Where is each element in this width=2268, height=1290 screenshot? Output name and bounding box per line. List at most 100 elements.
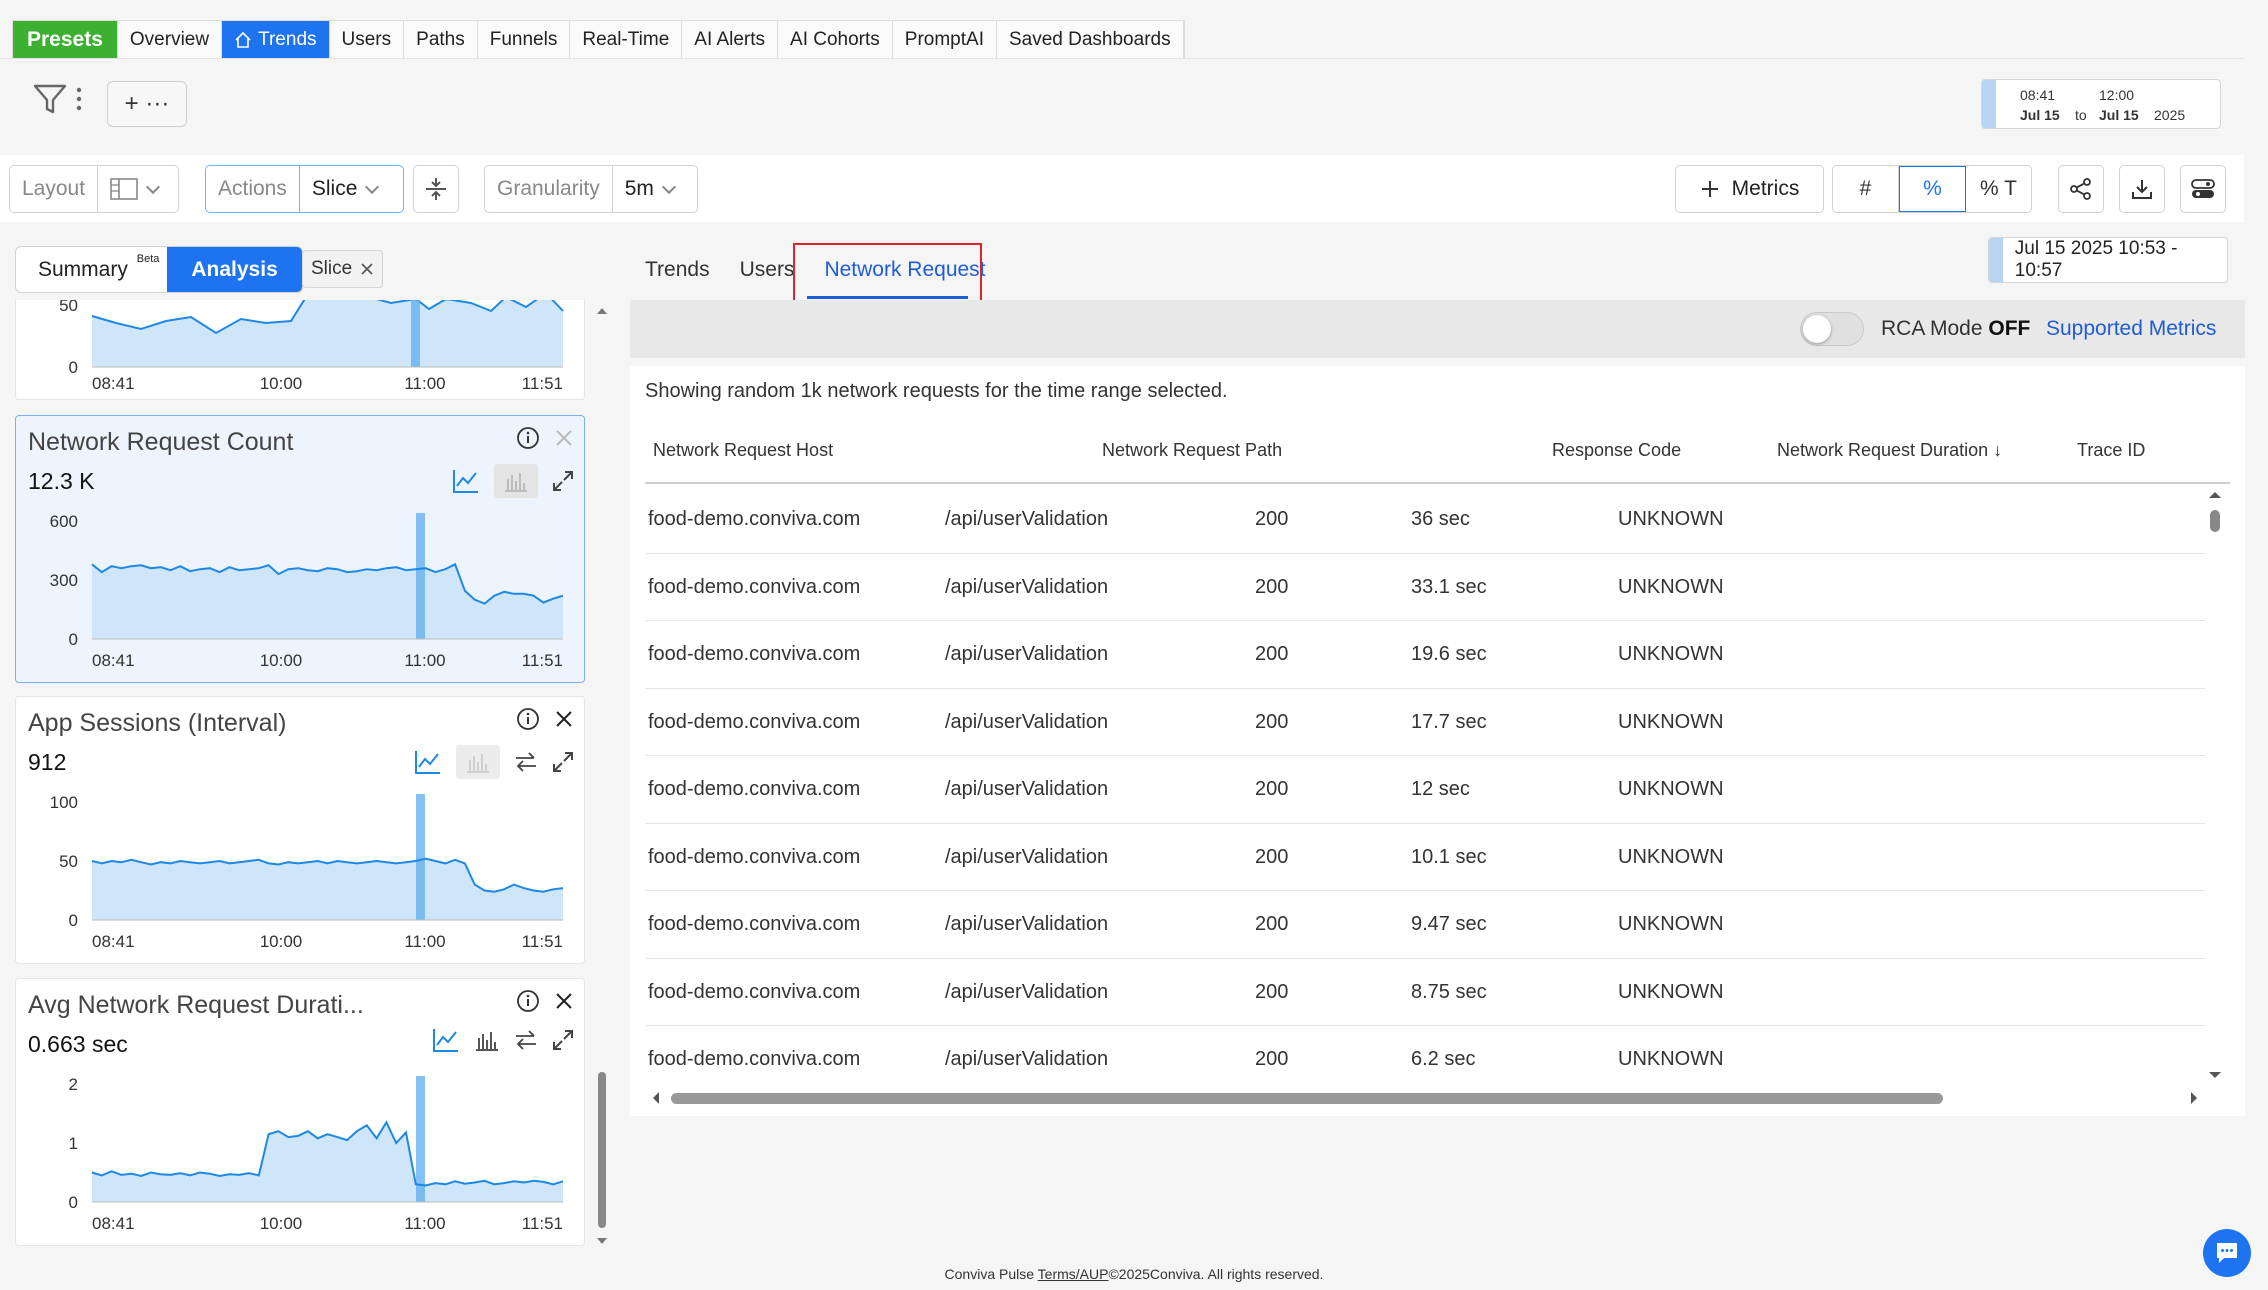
- cell-duration: 19.6 sec: [1411, 643, 1487, 665]
- cell-duration: 36 sec: [1411, 508, 1470, 530]
- tab-trends[interactable]: Trends: [222, 21, 330, 58]
- cell-response-code: 200: [1255, 980, 1289, 1003]
- cell-duration: 8.75 sec: [1411, 980, 1487, 1003]
- layout-select[interactable]: Layout: [9, 165, 179, 213]
- rca-mode-toggle[interactable]: [1800, 312, 1864, 346]
- tab-trends-label: Trends: [258, 28, 317, 50]
- download-button[interactable]: [2119, 165, 2165, 213]
- tab-saved-dashboards[interactable]: Saved Dashboards: [997, 21, 1184, 58]
- settings-toggle-button[interactable]: [2180, 165, 2226, 213]
- metric-card-avg-network-request-duration[interactable]: Avg Network Request Durati... 0.663 sec …: [15, 978, 585, 1246]
- table-row[interactable]: food-demo.conviva.com/api/userValidation…: [645, 891, 2205, 959]
- col-header-duration[interactable]: Network Request Duration ↓: [1777, 440, 2002, 461]
- col-header-path[interactable]: Network Request Path: [1102, 440, 1282, 461]
- granularity-select[interactable]: Granularity 5m: [484, 165, 698, 213]
- tab-promptai[interactable]: PromptAI: [893, 21, 997, 58]
- cell-duration: 33.1 sec: [1411, 575, 1487, 598]
- tab-paths[interactable]: Paths: [404, 21, 478, 58]
- granularity-value[interactable]: 5m: [611, 166, 686, 212]
- cell-trace-id: UNKNOWN: [1618, 845, 1724, 868]
- table-row[interactable]: food-demo.conviva.com/api/userValidation…: [645, 486, 2205, 554]
- slice-chip-label: Slice: [311, 258, 353, 279]
- actions-select[interactable]: Actions Slice: [205, 165, 404, 213]
- tab-trends-detail[interactable]: Trends: [630, 248, 725, 292]
- tab-summary[interactable]: Summary Beta: [16, 247, 167, 292]
- y-tick: 50: [59, 852, 78, 871]
- mode-percent-button[interactable]: %: [1899, 166, 1966, 212]
- mode-percent-total-button[interactable]: % T: [1966, 166, 2031, 212]
- table-row[interactable]: food-demo.conviva.com/api/userValidation…: [645, 824, 2205, 891]
- scroll-thumb: [2210, 510, 2220, 532]
- chart-time-highlight: [416, 1076, 425, 1202]
- cell-path: /api/userValidation: [945, 710, 1109, 733]
- date-range-accent: [1982, 80, 1996, 128]
- split-button[interactable]: [413, 165, 459, 213]
- cell-host: food-demo.conviva.com: [648, 913, 861, 935]
- table-row[interactable]: food-demo.conviva.com/api/userValidation…: [645, 1026, 2205, 1086]
- supported-metrics-link[interactable]: Supported Metrics: [2046, 317, 2216, 341]
- metric-cards: 50 0 08:41 10:00 11:00 11:51 Network Req…: [15, 300, 585, 1248]
- table-row[interactable]: food-demo.conviva.com/api/userValidation…: [645, 621, 2205, 689]
- slice-chip[interactable]: Slice: [302, 250, 384, 288]
- metric-card-network-request-count[interactable]: Network Request Count 12.3 K 600 300 0 0…: [15, 415, 585, 683]
- cell-trace-id: UNKNOWN: [1618, 575, 1724, 598]
- tab-summary-label: Summary: [38, 257, 128, 281]
- tab-users[interactable]: Users: [330, 21, 405, 58]
- table-vertical-scrollbar[interactable]: [2205, 484, 2225, 1084]
- chart-area: [92, 858, 563, 920]
- cell-duration: 12 sec: [1411, 778, 1470, 800]
- more-vertical-icon[interactable]: [76, 86, 82, 112]
- footer-copyright: ©2025Conviva. All rights reserved.: [1108, 1266, 1324, 1282]
- left-panel-scrollbar[interactable]: [595, 300, 609, 1252]
- tab-ai-cohorts[interactable]: AI Cohorts: [778, 21, 893, 58]
- actions-value-text: Slice: [311, 177, 358, 200]
- layout-icon: [110, 178, 138, 200]
- metric-card-top[interactable]: 50 0 08:41 10:00 11:00 11:51: [15, 300, 585, 400]
- cell-duration: 10.1 sec: [1411, 845, 1487, 868]
- tab-overview[interactable]: Overview: [118, 21, 223, 58]
- date-start-time: 08:41: [2020, 87, 2056, 103]
- actions-value[interactable]: Slice: [298, 166, 390, 212]
- tab-analysis[interactable]: Analysis: [167, 247, 302, 292]
- share-button[interactable]: [2058, 165, 2104, 213]
- top-card-x-tick: 08:41: [92, 374, 135, 393]
- col-header-response-code[interactable]: Response Code: [1552, 440, 1681, 461]
- x-tick: 10:00: [260, 651, 303, 670]
- value-mode-toggle[interactable]: # % % T: [1832, 165, 2032, 213]
- top-card-highlight: [411, 300, 420, 367]
- col-header-host[interactable]: Network Request Host: [653, 440, 833, 461]
- presets-button[interactable]: Presets: [13, 21, 118, 58]
- chat-button[interactable]: [2203, 1229, 2251, 1277]
- table-row[interactable]: food-demo.conviva.com/api/userValidation…: [645, 689, 2205, 756]
- cell-duration: 17.7 sec: [1411, 710, 1487, 733]
- layout-value[interactable]: [97, 166, 170, 212]
- rca-mode-text: RCA Mode: [1881, 317, 1983, 340]
- add-metrics-button[interactable]: Metrics: [1675, 165, 1824, 213]
- add-filter-button[interactable]: + ···: [107, 81, 187, 127]
- cell-host: food-demo.conviva.com: [648, 1048, 861, 1070]
- tab-ai-alerts[interactable]: AI Alerts: [682, 21, 779, 58]
- close-icon[interactable]: [360, 262, 374, 276]
- cell-trace-id: UNKNOWN: [1618, 778, 1724, 800]
- terms-link[interactable]: Terms/AUP: [1038, 1266, 1109, 1282]
- tab-real-time[interactable]: Real-Time: [570, 21, 683, 58]
- footer-brand: Conviva Pulse: [944, 1266, 1035, 1282]
- tab-funnels[interactable]: Funnels: [478, 21, 571, 58]
- selected-time-range[interactable]: Jul 15 2025 10:53 - 10:57: [1988, 237, 2228, 283]
- y-tick: 2: [69, 1075, 78, 1094]
- date-range-picker[interactable]: 08:41 12:00 Jul 15 to Jul 15 2025: [1981, 79, 2221, 129]
- col-header-trace-id[interactable]: Trace ID: [2077, 440, 2145, 461]
- table-horizontal-scrollbar[interactable]: [645, 1085, 2205, 1111]
- home-icon: [235, 31, 251, 48]
- mode-count-button[interactable]: #: [1833, 166, 1899, 212]
- cell-trace-id: UNKNOWN: [1618, 1048, 1724, 1070]
- cell-host: food-demo.conviva.com: [648, 845, 861, 868]
- metric-card-app-sessions[interactable]: App Sessions (Interval) 912 100 50 0 08:…: [15, 696, 585, 964]
- table-row[interactable]: food-demo.conviva.com/api/userValidation…: [645, 756, 2205, 824]
- x-tick: 10:00: [260, 932, 303, 951]
- cell-host: food-demo.conviva.com: [648, 980, 861, 1003]
- table-row[interactable]: food-demo.conviva.com/api/userValidation…: [645, 959, 2205, 1026]
- cell-response-code: 200: [1255, 778, 1289, 800]
- table-row[interactable]: food-demo.conviva.com/api/userValidation…: [645, 554, 2205, 621]
- filter-button[interactable]: [32, 82, 82, 116]
